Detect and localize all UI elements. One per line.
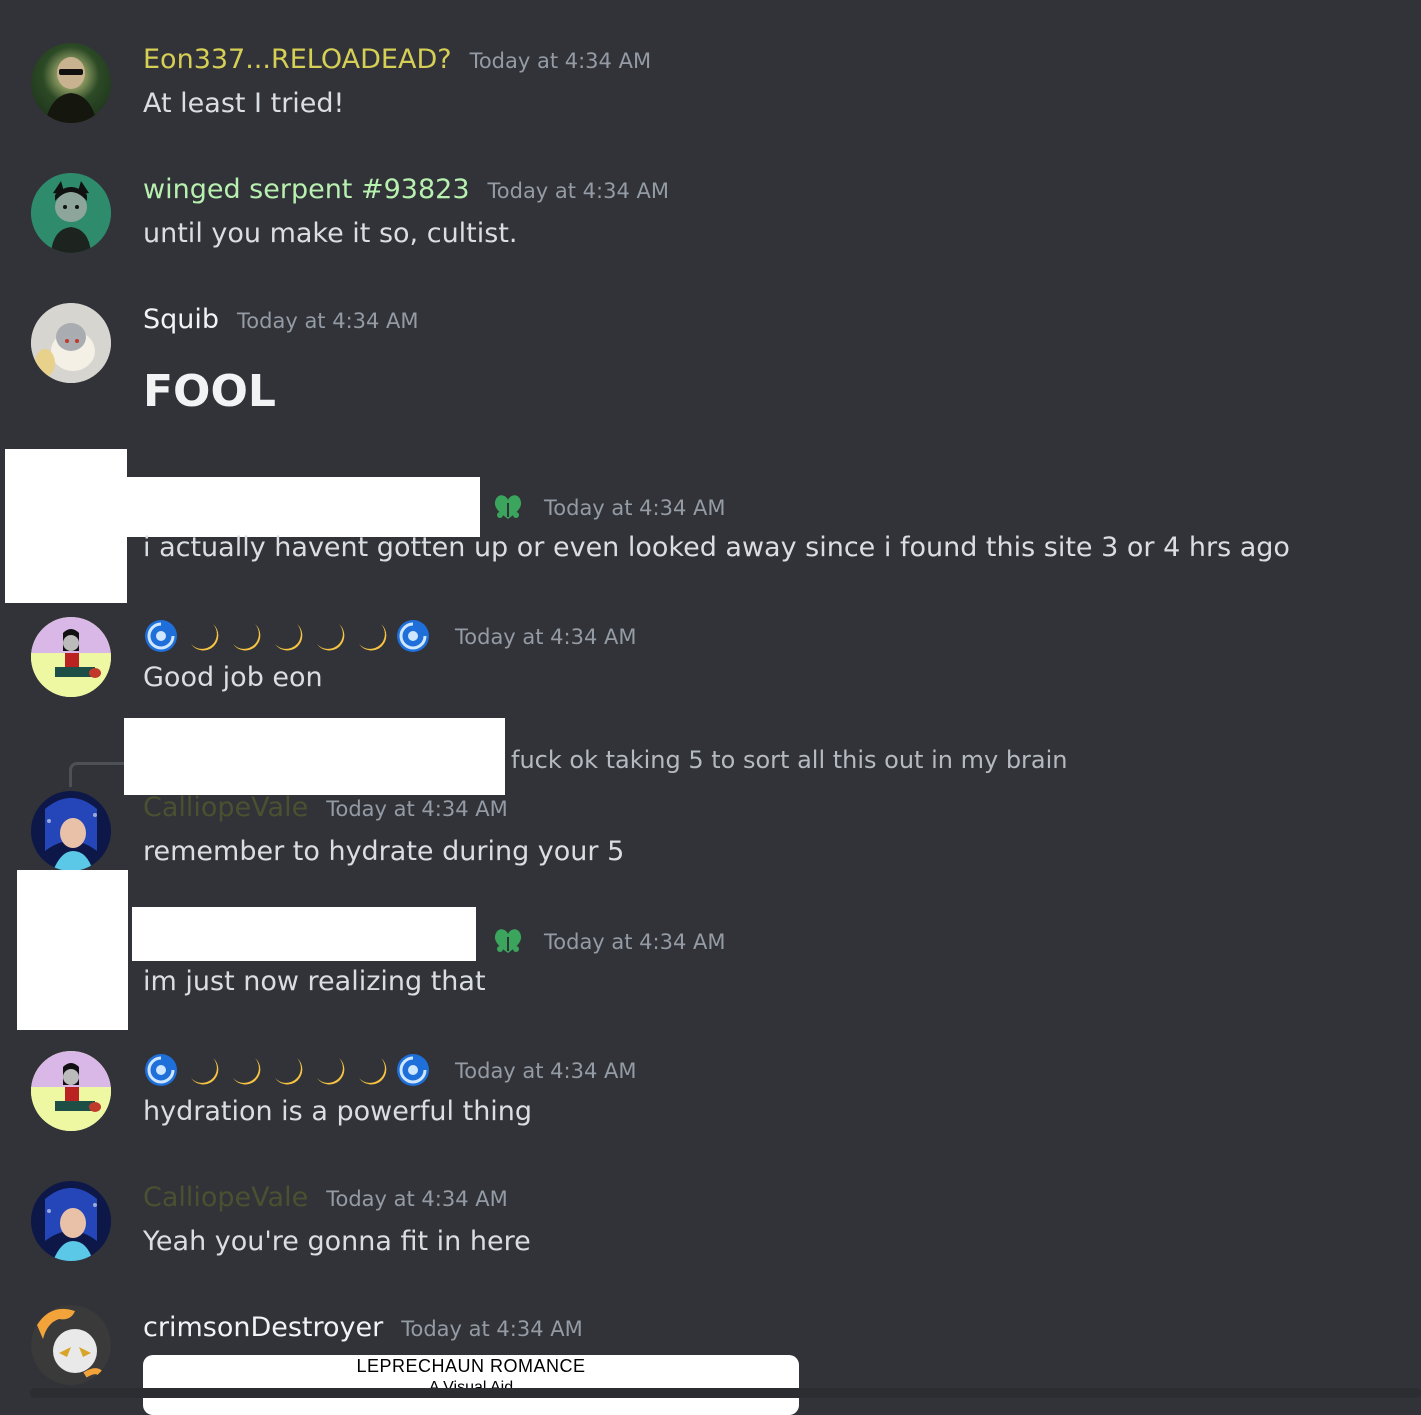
avatar[interactable] — [31, 173, 111, 253]
avatar-image — [31, 1305, 111, 1385]
message-header: CalliopeVale Today at 4:34 AM — [143, 792, 508, 823]
message-header: winged serpent #93823 Today at 4:34 AM — [143, 174, 669, 205]
message-header: CalliopeVale Today at 4:34 AM — [143, 1182, 508, 1213]
cyclone-icon — [397, 620, 429, 652]
cyclone-icon — [145, 620, 177, 652]
clover-heart-icon[interactable] — [490, 923, 526, 961]
username[interactable]: Squib — [143, 304, 219, 335]
avatar-image — [31, 617, 111, 697]
cyclone-icon — [397, 1054, 429, 1086]
avatar[interactable] — [31, 303, 111, 383]
crescent-moon-icon — [275, 1058, 303, 1085]
avatar-image — [31, 173, 111, 253]
avatar[interactable] — [31, 1181, 111, 1261]
message-header: crimsonDestroyer Today at 4:34 AM — [143, 1312, 583, 1343]
timestamp[interactable]: Today at 4:34 AM — [544, 930, 726, 954]
crescent-moon-icon — [233, 624, 261, 651]
reply-connector — [69, 762, 132, 787]
timestamp[interactable]: Today at 4:34 AM — [455, 1059, 637, 1083]
clover-heart-icon[interactable] — [490, 489, 526, 527]
redacted-reply-author — [124, 718, 505, 795]
reply-preview[interactable]: fuck ok taking 5 to sort all this out in… — [511, 746, 1068, 774]
username[interactable]: winged serpent #93823 — [143, 174, 470, 205]
crescent-moon-icon — [317, 624, 345, 651]
embed-title: LEPRECHAUN ROMANCE — [356, 1356, 586, 1376]
avatar-image — [31, 303, 111, 383]
avatar-image — [45, 57, 97, 123]
message-header: Eon337...RELOADEAD? Today at 4:34 AM — [143, 44, 651, 75]
timestamp[interactable]: Today at 4:34 AM — [470, 49, 652, 73]
avatar-image — [31, 1051, 111, 1131]
message-header: Today at 4:34 AM — [490, 489, 726, 527]
username[interactable]: CalliopeVale — [143, 1182, 308, 1213]
avatar[interactable] — [31, 1051, 111, 1131]
message-text: At least I tried! — [143, 88, 345, 119]
avatar-image — [31, 791, 111, 871]
username-emoji[interactable] — [143, 1052, 432, 1089]
timestamp[interactable]: Today at 4:34 AM — [488, 179, 670, 203]
message-header: Today at 4:34 AM — [490, 923, 726, 961]
crescent-moon-icon — [233, 1058, 261, 1085]
message-text: Yeah you're gonna fit in here — [143, 1226, 531, 1257]
crescent-moon-icon — [191, 624, 219, 651]
crescent-moon-icon — [275, 624, 303, 651]
crescent-moon-icon — [359, 1058, 387, 1085]
timestamp[interactable]: Today at 4:34 AM — [326, 797, 508, 821]
redacted-avatar — [5, 449, 127, 603]
username-emoji[interactable] — [143, 618, 432, 655]
timestamp[interactable]: Today at 4:34 AM — [401, 1317, 583, 1341]
username[interactable]: crimsonDestroyer — [143, 1312, 383, 1343]
message-header: Squib Today at 4:34 AM — [143, 304, 419, 335]
crescent-moon-icon — [359, 624, 387, 651]
avatar[interactable] — [31, 43, 111, 123]
cyclone-icon — [145, 1054, 177, 1086]
message-text: im just now realizing that — [143, 966, 486, 997]
message-header: Today at 4:34 AM — [143, 618, 637, 655]
redacted-username — [132, 907, 476, 961]
timestamp[interactable]: Today at 4:34 AM — [544, 496, 726, 520]
crescent-moon-icon — [317, 1058, 345, 1085]
timestamp[interactable]: Today at 4:34 AM — [237, 309, 419, 333]
message-text: until you make it so, cultist. — [143, 218, 518, 249]
message-text: FOOL — [143, 366, 276, 417]
horizontal-scrollbar[interactable] — [30, 1388, 1421, 1398]
redacted-avatar — [17, 870, 128, 1030]
timestamp[interactable]: Today at 4:34 AM — [326, 1187, 508, 1211]
image-embed[interactable]: LEPRECHAUN ROMANCE A Visual Aid — [143, 1355, 799, 1415]
timestamp[interactable]: Today at 4:34 AM — [455, 625, 637, 649]
redacted-username — [127, 477, 480, 537]
username[interactable]: Eon337...RELOADEAD? — [143, 44, 452, 75]
message-header: Today at 4:34 AM — [143, 1052, 637, 1089]
avatar[interactable] — [31, 791, 111, 871]
message-text: hydration is a powerful thing — [143, 1096, 533, 1127]
username[interactable]: CalliopeVale — [143, 792, 308, 823]
avatar[interactable] — [31, 617, 111, 697]
message-text: i actually havent gotten up or even look… — [143, 532, 1290, 563]
avatar[interactable] — [31, 1305, 111, 1385]
message-text: Good job eon — [143, 662, 323, 693]
message-text: remember to hydrate during your 5 — [143, 836, 625, 867]
avatar-image — [31, 1181, 111, 1261]
crescent-moon-icon — [191, 1058, 219, 1085]
